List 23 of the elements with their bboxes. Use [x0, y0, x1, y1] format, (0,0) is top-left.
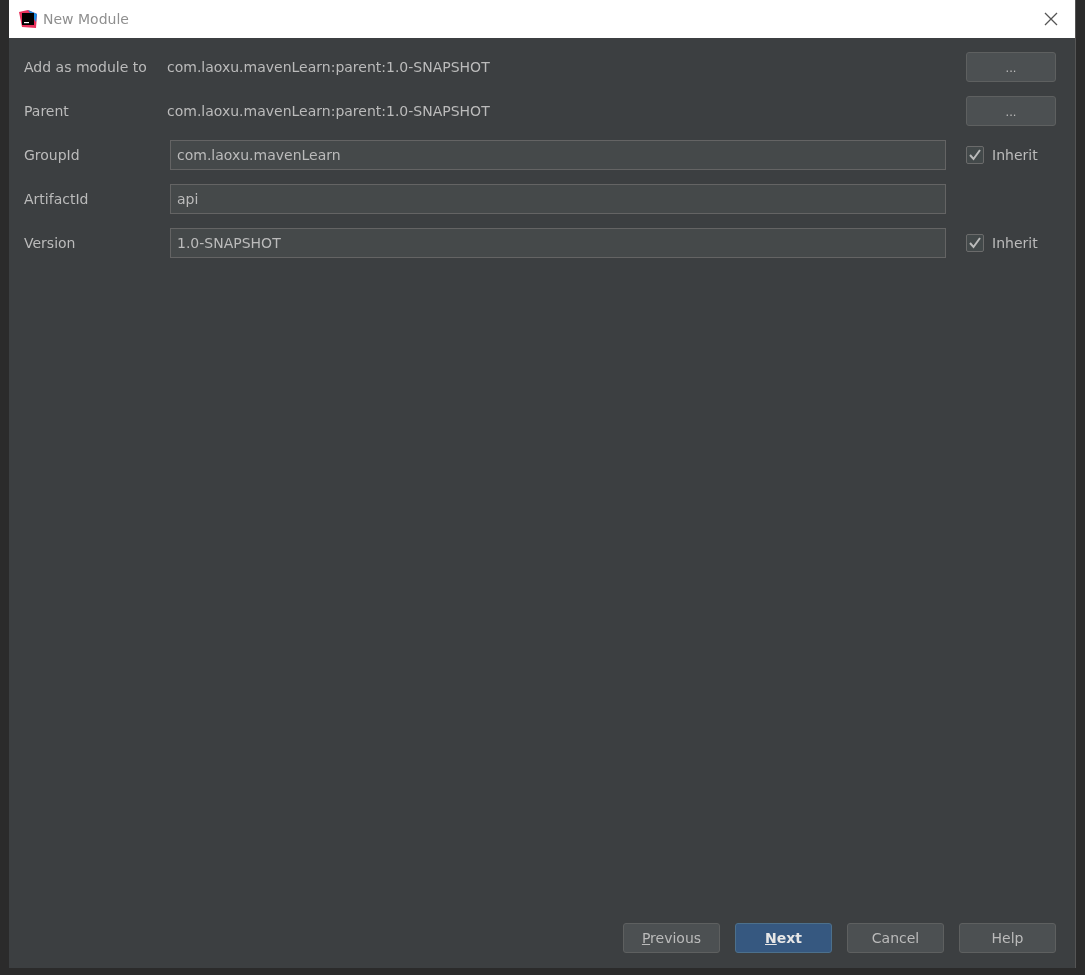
close-icon — [1044, 12, 1058, 26]
input-field[interactable]: api — [170, 184, 946, 214]
dialog-button[interactable]: Cancel — [847, 923, 944, 953]
browse-button[interactable]: ... — [966, 96, 1056, 126]
dialog-button[interactable]: Help — [959, 923, 1056, 953]
checkbox[interactable] — [966, 234, 984, 252]
checkbox-label: Inherit — [992, 235, 1038, 251]
value-text: com.laoxu.mavenLearn:parent:1.0-SNAPSHOT — [167, 59, 491, 75]
field-label: GroupId — [24, 147, 81, 163]
dialog-button[interactable]: Previous — [623, 923, 720, 953]
checkbox[interactable] — [966, 146, 984, 164]
field-label: Version — [24, 235, 77, 251]
input-field[interactable]: 1.0-SNAPSHOT — [170, 228, 946, 258]
dialog-button[interactable]: Next — [735, 923, 832, 953]
value-text: com.laoxu.mavenLearn:parent:1.0-SNAPSHOT — [167, 103, 491, 119]
checkbox-label: Inherit — [992, 147, 1038, 163]
browse-button[interactable]: ... — [966, 52, 1056, 82]
field-label: ArtifactId — [24, 191, 90, 207]
app-logo-icon — [19, 10, 37, 28]
field-label: Parent — [24, 103, 70, 119]
input-field[interactable]: com.laoxu.mavenLearn — [170, 140, 946, 170]
window-title: New Module — [43, 11, 129, 27]
field-label: Add as module to — [24, 59, 148, 75]
